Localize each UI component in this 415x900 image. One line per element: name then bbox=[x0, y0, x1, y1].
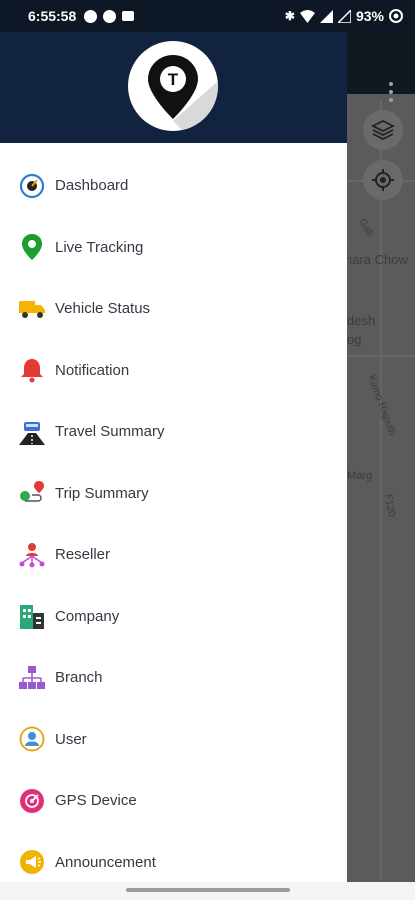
status-indicators: ✱ 93% bbox=[285, 0, 403, 32]
logo-letter: T bbox=[168, 70, 179, 89]
route-icon bbox=[18, 479, 46, 507]
truck-icon bbox=[18, 295, 46, 323]
menu-label: Company bbox=[55, 607, 120, 625]
drawer-menu: Dashboard Live Tracking Vehicle Status N… bbox=[0, 155, 347, 893]
menu-item-dashboard[interactable]: Dashboard bbox=[0, 155, 347, 217]
network-icon bbox=[18, 541, 46, 569]
signal-icon-2 bbox=[337, 9, 351, 23]
menu-label: Dashboard bbox=[55, 177, 129, 195]
my-location-button[interactable] bbox=[363, 160, 403, 200]
menu-item-notification[interactable]: Notification bbox=[0, 340, 347, 402]
menu-label: Trip Summary bbox=[55, 484, 149, 502]
map-place-label: og bbox=[347, 332, 362, 347]
building-icon bbox=[18, 602, 46, 630]
status-bar: 6:55:58 ✱ 93% bbox=[0, 0, 415, 32]
battery-percentage: 93% bbox=[355, 8, 384, 24]
menu-item-travel-summary[interactable]: Travel Summary bbox=[0, 401, 347, 463]
map-place-label: desh bbox=[347, 313, 376, 328]
menu-item-user[interactable]: User bbox=[0, 709, 347, 771]
menu-label: GPS Device bbox=[55, 792, 137, 810]
menu-item-vehicle-status[interactable]: Vehicle Status bbox=[0, 278, 347, 340]
menu-label: Branch bbox=[55, 669, 103, 687]
bluetooth-icon: ✱ bbox=[284, 9, 295, 23]
dnd-icon bbox=[103, 9, 117, 23]
battery-saver-icon bbox=[389, 9, 403, 23]
bell-icon bbox=[18, 356, 46, 384]
menu-item-trip-summary[interactable]: Trip Summary bbox=[0, 463, 347, 525]
layers-button[interactable] bbox=[363, 110, 403, 150]
map-road bbox=[380, 100, 382, 880]
logo-pin-icon: T bbox=[148, 55, 218, 131]
app-notification-icon bbox=[84, 9, 98, 23]
more-options-icon[interactable] bbox=[389, 82, 393, 106]
drawer-header: T bbox=[0, 32, 347, 143]
hierarchy-icon bbox=[18, 664, 46, 692]
menu-label: Reseller bbox=[55, 546, 111, 564]
speedometer-icon bbox=[18, 172, 46, 200]
menu-label: Notification bbox=[55, 361, 130, 379]
navigation-drawer: T Dashboard Live Tracking Vehicle Status bbox=[0, 32, 347, 882]
signal-icon bbox=[319, 9, 333, 23]
menu-label: Live Tracking bbox=[55, 238, 144, 256]
road-car-icon bbox=[18, 418, 46, 446]
home-indicator[interactable] bbox=[126, 888, 290, 892]
map-place-label: hara Chow bbox=[345, 252, 408, 267]
menu-item-company[interactable]: Company bbox=[0, 586, 347, 648]
map-street-label: F120 bbox=[382, 493, 397, 518]
user-icon bbox=[18, 725, 46, 753]
gps-device-icon bbox=[18, 787, 46, 815]
menu-item-branch[interactable]: Branch bbox=[0, 647, 347, 709]
app-logo: T bbox=[128, 41, 218, 131]
upload-icon bbox=[122, 11, 135, 21]
menu-label: Travel Summary bbox=[55, 423, 165, 441]
menu-item-gps-device[interactable]: GPS Device bbox=[0, 770, 347, 832]
menu-label: User bbox=[55, 730, 87, 748]
megaphone-icon bbox=[18, 848, 46, 876]
wifi-icon bbox=[299, 9, 315, 23]
menu-item-live-tracking[interactable]: Live Tracking bbox=[0, 217, 347, 279]
layers-icon bbox=[371, 119, 395, 141]
menu-item-reseller[interactable]: Reseller bbox=[0, 524, 347, 586]
map-street-label: Marg bbox=[347, 470, 373, 482]
location-pin-icon bbox=[18, 233, 46, 261]
status-time: 6:55:58 bbox=[28, 8, 77, 24]
map-street-label: Gali bbox=[356, 217, 376, 238]
menu-label: Announcement bbox=[55, 853, 156, 871]
menu-label: Vehicle Status bbox=[55, 300, 151, 318]
menu-item-announcement[interactable]: Announcement bbox=[0, 832, 347, 894]
crosshair-icon bbox=[372, 169, 394, 191]
